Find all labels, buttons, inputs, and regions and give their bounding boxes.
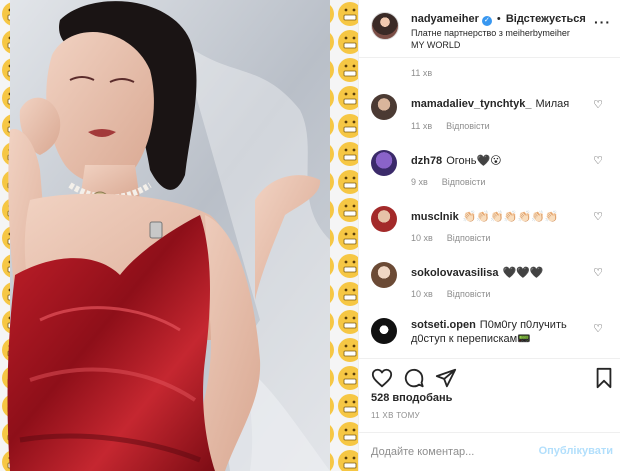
post-header: nadyameiher ✓ • Відстежується Платне парт… [359,0,620,58]
heart-outline-icon[interactable]: ♡ [593,98,603,111]
comment-meta: 9 хв Відповісти [411,177,485,187]
send-icon[interactable] [435,367,457,389]
comment-meta: 10 хв Відповісти [411,289,490,299]
comment-item: mamadaliev_tynchtyk_ Милая 11 хв Відповіст… [359,94,620,152]
comment-body: 🖤🖤🖤 [502,267,544,279]
comment-username[interactable]: mamadaliev_tynchtyk_ [411,98,531,110]
comment-avatar[interactable] [371,206,397,232]
comment-avatar[interactable] [371,150,397,176]
comment-username[interactable]: sokolovavasilisa [411,267,498,279]
comment-icon[interactable] [403,367,425,389]
comments-list[interactable]: 11 хв mamadaliev_tynchtyk_ Милая 11 хв Від… [359,58,620,358]
comment-time[interactable]: 11 хв [411,121,432,131]
more-options-icon[interactable]: ··· [594,14,611,30]
add-comment-bar: Опублікувати [359,432,620,471]
heart-icon[interactable] [371,367,393,389]
comment-input[interactable] [371,444,531,460]
comment-text: sotseti.open П0м0гу п0лучить д0ступ к пер… [411,318,597,346]
comment-time[interactable]: 10 хв [411,233,433,243]
post-sidebar: nadyameiher ✓ • Відстежується Платне парт… [358,0,620,471]
post-photo-image [0,0,358,471]
comment-item: musclnik 👏🏻👏🏻👏🏻👏🏻👏🏻👏🏻👏🏻 10 хв Відповісти ♡ [359,206,620,264]
comment-time[interactable]: 10 хв [411,289,433,299]
comment-avatar[interactable] [371,94,397,120]
author-line: nadyameiher ✓ • Відстежується [411,13,586,26]
comment-meta: 10 хв Відповісти [411,233,490,243]
heart-outline-icon[interactable]: ♡ [593,210,603,223]
comment-username[interactable]: sotseti.open [411,319,476,331]
comment-text: dzh78 Огонь🖤😮 [411,154,502,167]
comment-body: Огонь🖤😮 [446,155,502,167]
comment-avatar[interactable] [371,318,397,344]
comment-text: sokolovavasilisa 🖤🖤🖤 [411,266,544,279]
reply-button[interactable]: Відповісти [447,289,491,299]
follow-button[interactable]: Відстежується [506,13,586,25]
bookmark-icon[interactable] [593,367,615,389]
heart-outline-icon[interactable]: ♡ [593,322,603,335]
verified-badge-icon: ✓ [481,16,492,26]
separator-dot: • [493,13,504,25]
post-timestamp[interactable]: 11 ХВ ТОМУ [371,411,420,420]
comment-item: sotseti.open П0м0гу п0лучить д0ступ к пер… [359,318,620,358]
caption-timestamp: 11 хв [411,68,433,78]
reply-button[interactable]: Відповісти [446,121,490,131]
likes-count[interactable]: 528 вподобань [371,392,452,404]
comment-time[interactable]: 9 хв [411,177,428,187]
heart-outline-icon[interactable]: ♡ [593,154,603,167]
comment-username[interactable]: dzh78 [411,155,442,167]
heart-outline-icon[interactable]: ♡ [593,266,603,279]
reply-button[interactable]: Відповісти [442,177,486,187]
post-location[interactable]: MY WORLD [411,40,460,50]
comment-body: 👏🏻👏🏻👏🏻👏🏻👏🏻👏🏻👏🏻 [462,211,559,223]
comment-text: musclnik 👏🏻👏🏻👏🏻👏🏻👏🏻👏🏻👏🏻 [411,210,559,223]
reply-button[interactable]: Відповісти [447,233,491,243]
paid-partnership-label[interactable]: Платне партнерство з meiherbymeiher [411,28,570,38]
comment-meta: 11 хв Відповісти [411,121,490,131]
comment-body: Милая [535,98,570,110]
comment-item: sokolovavasilisa 🖤🖤🖤 10 хв Відповісти ♡ [359,262,620,320]
comment-text: mamadaliev_tynchtyk_ Милая [411,98,569,110]
author-avatar[interactable] [371,12,399,40]
comment-item: dzh78 Огонь🖤😮 9 хв Відповісти ♡ [359,150,620,208]
comment-username[interactable]: musclnik [411,211,459,223]
author-username[interactable]: nadyameiher [411,13,479,25]
publish-button[interactable]: Опублікувати [539,445,613,457]
post-photo[interactable] [0,0,358,471]
comment-avatar[interactable] [371,262,397,288]
